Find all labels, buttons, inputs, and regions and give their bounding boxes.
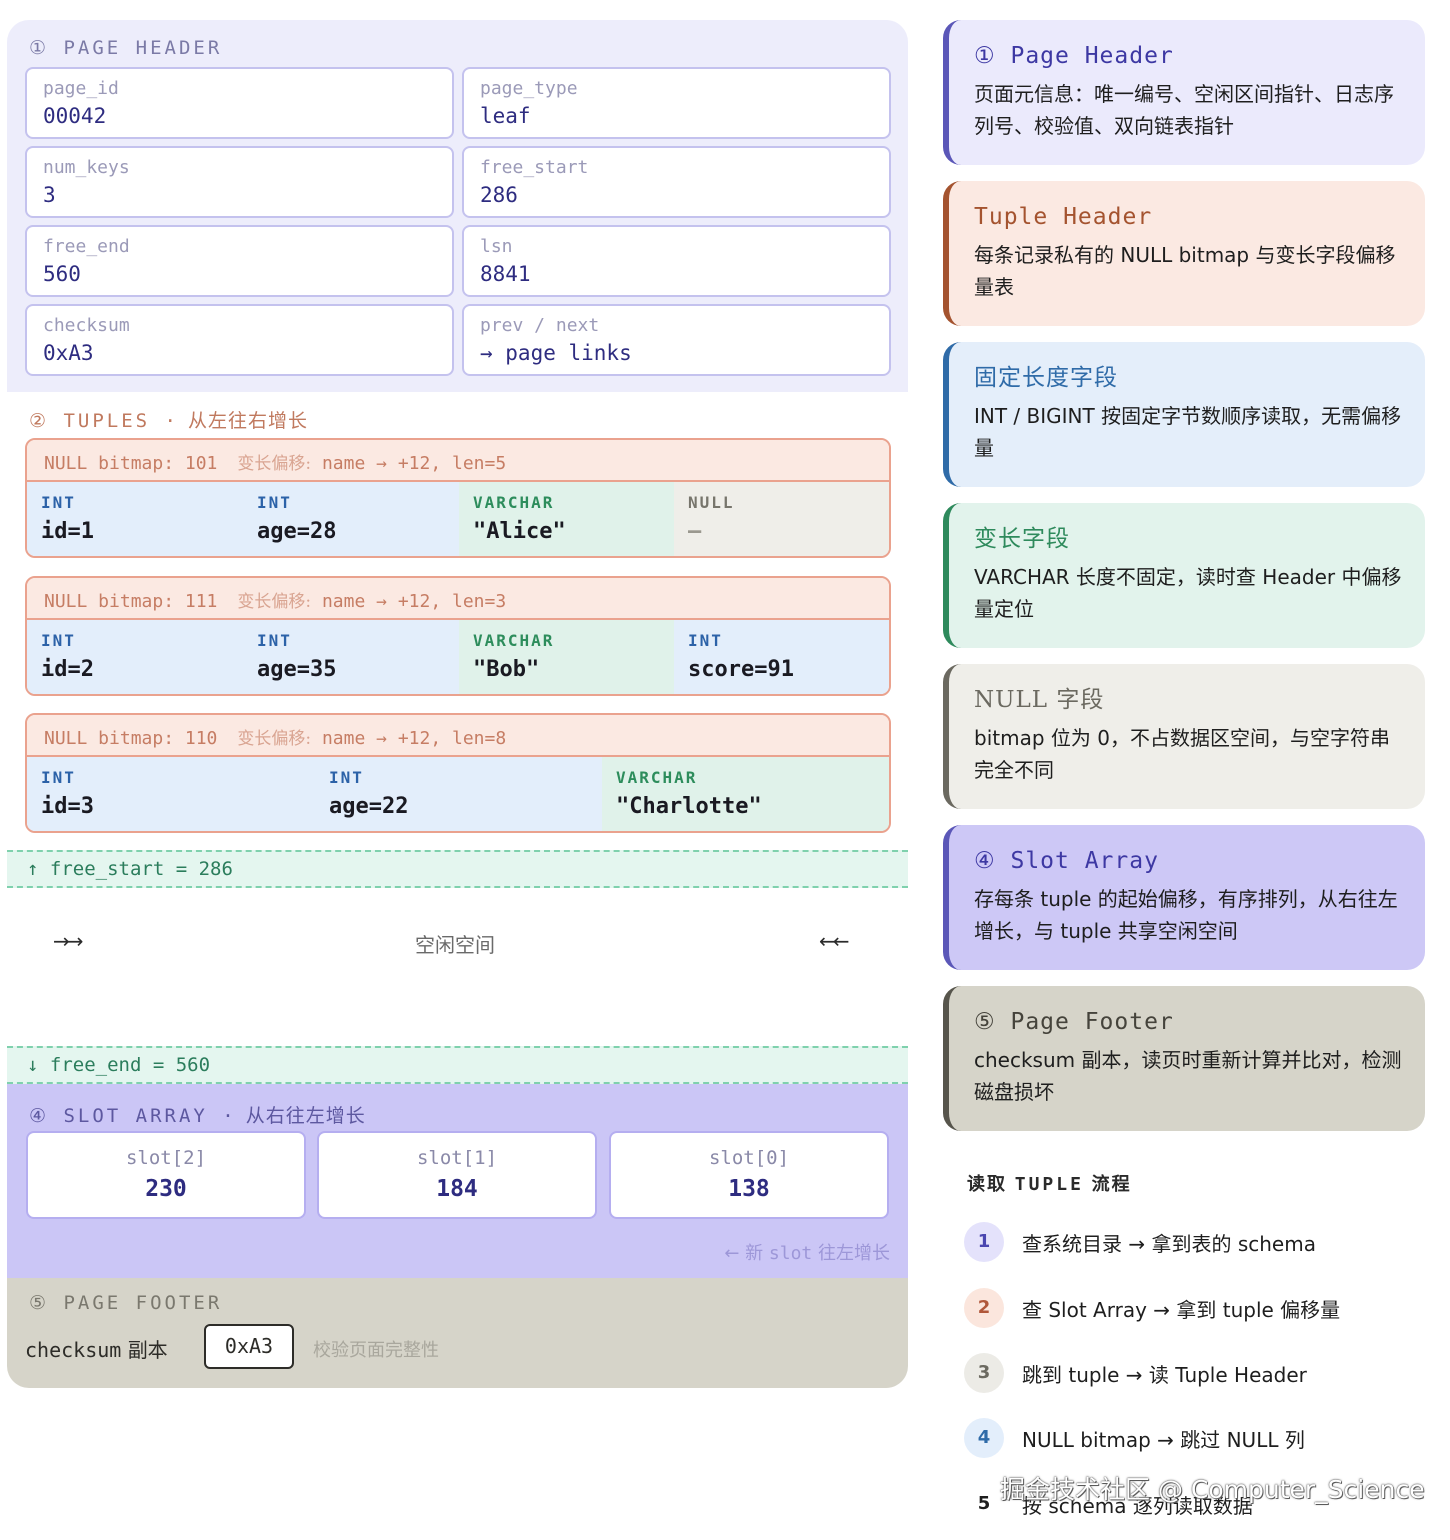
footer-checksum-value: 0xA3 bbox=[204, 1324, 294, 1369]
page-footer-title: ⑤ PAGE FOOTER bbox=[29, 1292, 223, 1314]
header-field-lsn: lsn 8841 bbox=[462, 225, 891, 297]
legend-variable-length: 变长字段 VARCHAR 长度不固定，读时查 Header 中偏移量定位 bbox=[943, 503, 1425, 648]
legend-fixed-length: 固定长度字段 INT / BIGINT 按固定字节数顺序读取，无需偏移量 bbox=[943, 342, 1425, 487]
legend-page-footer: ⑤ Page Footer checksum 副本，读页时重新计算并比对，检测磁… bbox=[943, 986, 1425, 1131]
page-header-title: ① PAGE HEADER bbox=[29, 37, 223, 59]
legend-slot-array: ④ Slot Array 存每条 tuple 的起始偏移，有序排列，从右往左增长… bbox=[943, 825, 1425, 970]
tuple-header: NULL bitmap: 110 变长偏移: name → +12, len=8 bbox=[27, 715, 889, 757]
tuple-3: NULL bitmap: 110 变长偏移: name → +12, len=8 … bbox=[25, 713, 891, 833]
legend-tuple-header: Tuple Header 每条记录私有的 NULL bitmap 与变长字段偏移… bbox=[943, 181, 1425, 326]
slot-array-title: ④ SLOT ARRAY · 从右往左增长 bbox=[29, 1105, 366, 1127]
header-field-page-type: page_type leaf bbox=[462, 67, 891, 139]
footer-note: 校验页面完整性 bbox=[313, 1340, 439, 1361]
tuple-field: INT score=91 bbox=[674, 620, 889, 694]
tuple-field: INT age=22 bbox=[315, 757, 602, 831]
legend-page-header: ① Page Header 页面元信息：唯一编号、空闲区间指针、日志序列号、校验… bbox=[943, 20, 1425, 165]
tuple-field-null: NULL — bbox=[674, 482, 889, 556]
header-field-prev-next: prev / next → page links bbox=[462, 304, 891, 376]
tuple-1: NULL bitmap: 101 变长偏移: name → +12, len=5 … bbox=[25, 438, 891, 558]
slot-growth-note: ← 新 slot 往左增长 bbox=[724, 1243, 890, 1264]
tuple-field: INT age=35 bbox=[243, 620, 459, 694]
watermark: 掘金技术社区 @ Computer_Science bbox=[1000, 1475, 1425, 1504]
tuples-section-title: ② TUPLES · 从左往右增长 bbox=[29, 410, 309, 432]
tuple-header: NULL bitmap: 101 变长偏移: name → +12, len=5 bbox=[27, 440, 889, 482]
header-field-checksum: checksum 0xA3 bbox=[25, 304, 454, 376]
free-space-label: 空闲空间 bbox=[415, 933, 495, 957]
header-field-free-start: free_start 286 bbox=[462, 146, 891, 218]
footer-checksum-label: checksum 副本 bbox=[25, 1338, 168, 1362]
slot-0: slot[0] 138 bbox=[609, 1131, 889, 1219]
tuple-2: NULL bitmap: 111 变长偏移: name → +12, len=3 … bbox=[25, 576, 891, 696]
tuple-field: INT id=3 bbox=[27, 757, 315, 831]
tuple-field: VARCHAR "Alice" bbox=[459, 482, 674, 556]
page-header-section: ① PAGE HEADER page_id 00042 page_type leaf… bbox=[7, 20, 908, 392]
left-arrows: ←← bbox=[819, 929, 849, 953]
free-end-marker: ↓ free_end = 560 bbox=[7, 1046, 908, 1084]
legend-null-field: NULL 字段 bitmap 位为 0，不占数据区空间，与空字符串完全不同 bbox=[943, 664, 1425, 809]
tuple-header: NULL bitmap: 111 变长偏移: name → +12, len=3 bbox=[27, 578, 889, 620]
header-field-free-end: free_end 560 bbox=[25, 225, 454, 297]
tuple-field: INT id=2 bbox=[27, 620, 243, 694]
slot-2: slot[2] 230 bbox=[26, 1131, 306, 1219]
page-layout-diagram: ① PAGE HEADER page_id 00042 page_type leaf… bbox=[7, 20, 908, 1388]
page-footer-section: ⑤ PAGE FOOTER checksum 副本 0xA3 校验页面完整性 bbox=[7, 1278, 908, 1388]
header-field-num-keys: num_keys 3 bbox=[25, 146, 454, 218]
read-flow-title: 读取 TUPLE 流程 bbox=[967, 1174, 1132, 1195]
tuple-field: VARCHAR "Charlotte" bbox=[602, 757, 889, 831]
slot-array-section: ④ SLOT ARRAY · 从右往左增长 slot[2] 230 slot[1]… bbox=[7, 1084, 908, 1278]
tuple-field: VARCHAR "Bob" bbox=[459, 620, 674, 694]
slot-1: slot[1] 184 bbox=[317, 1131, 597, 1219]
free-start-marker: ↑ free_start = 286 bbox=[7, 850, 908, 888]
header-field-page-id: page_id 00042 bbox=[25, 67, 454, 139]
tuple-field: INT id=1 bbox=[27, 482, 243, 556]
tuple-field: INT age=28 bbox=[243, 482, 459, 556]
right-arrows: →→ bbox=[53, 929, 83, 953]
